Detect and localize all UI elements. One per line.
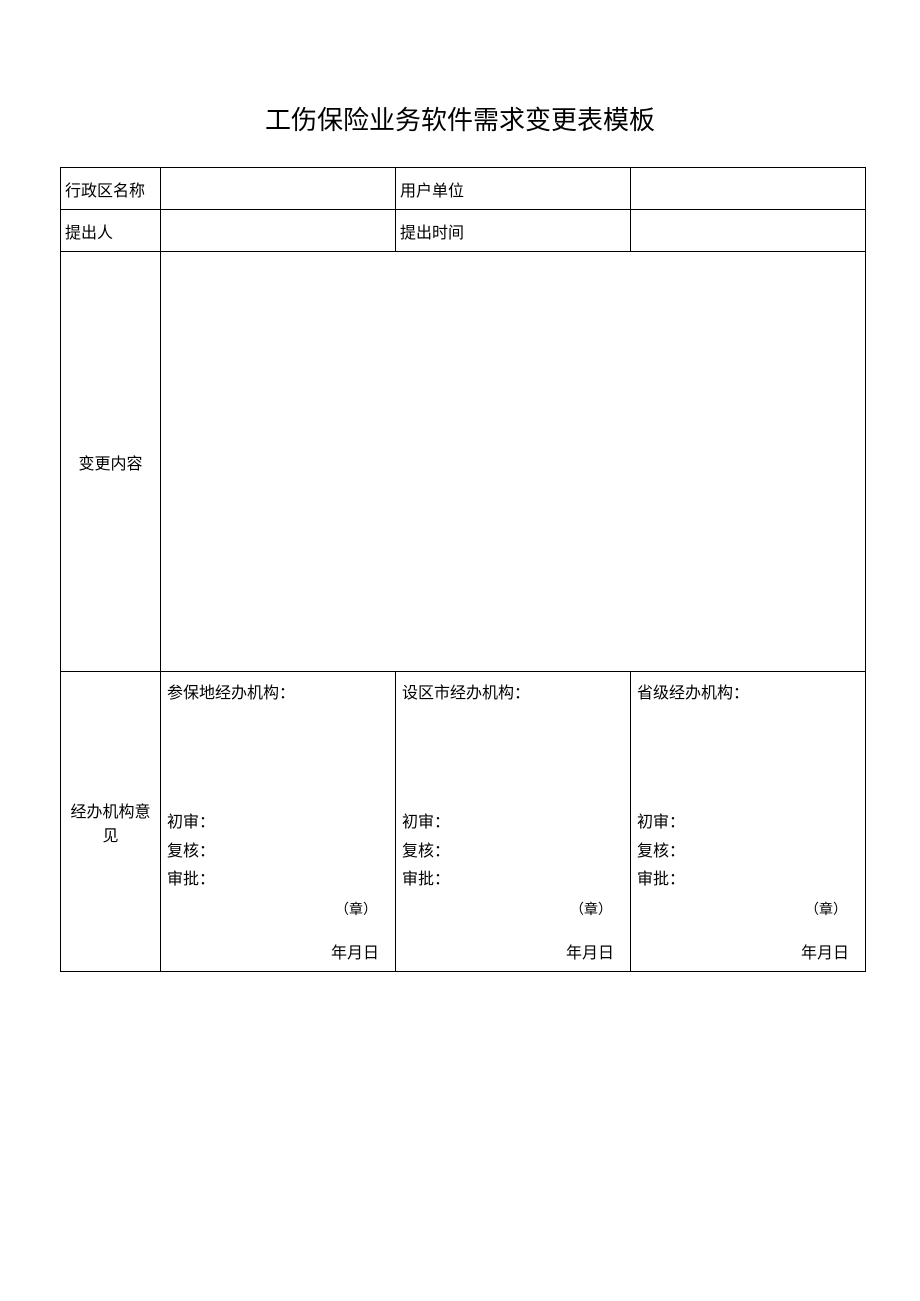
opinion-approve-city: 审批：: [402, 866, 624, 895]
opinion-recheck-city: 复核：: [402, 838, 624, 867]
opinion-header-local: 参保地经办机构：: [167, 680, 389, 709]
opinion-approve-province: 审批：: [637, 866, 859, 895]
proposer-label: 提出人: [61, 210, 161, 252]
opinion-date-province: 年月日: [637, 939, 859, 963]
row-opinion: 经办机构意见 参保地经办机构： 初审： 复核： 审批： （章） 年月日 设区市经…: [61, 672, 866, 972]
opinion-label: 经办机构意见: [61, 672, 161, 972]
opinion-recheck-province: 复核：: [637, 838, 859, 867]
opinion-cell-local: 参保地经办机构： 初审： 复核： 审批： （章） 年月日: [161, 672, 396, 972]
opinion-approve-local: 审批：: [167, 866, 389, 895]
page-title: 工伤保险业务软件需求变更表模板: [60, 100, 860, 137]
region-label: 行政区名称: [61, 168, 161, 210]
propose-time-value: [631, 210, 866, 252]
row-change-content: 变更内容: [61, 252, 866, 672]
opinion-first-review-local: 初审：: [167, 809, 389, 838]
unit-label: 用户单位: [396, 168, 631, 210]
opinion-first-review-province: 初审：: [637, 809, 859, 838]
form-table: 行政区名称 用户单位 提出人 提出时间 变更内容 经办机构意见 参保地经办机构：…: [60, 167, 866, 972]
proposer-value: [161, 210, 396, 252]
opinion-cell-city: 设区市经办机构： 初审： 复核： 审批： （章） 年月日: [396, 672, 631, 972]
opinion-first-review-city: 初审：: [402, 809, 624, 838]
opinion-date-city: 年月日: [402, 939, 624, 963]
opinion-date-local: 年月日: [167, 939, 389, 963]
row-proposer-time: 提出人 提出时间: [61, 210, 866, 252]
opinion-cell-province: 省级经办机构： 初审： 复核： 审批： （章） 年月日: [631, 672, 866, 972]
change-content-value: [161, 252, 866, 672]
opinion-header-province: 省级经办机构：: [637, 680, 859, 709]
change-content-label: 变更内容: [61, 252, 161, 672]
unit-value: [631, 168, 866, 210]
opinion-stamp-local: （章）: [167, 899, 389, 919]
opinion-stamp-city: （章）: [402, 899, 624, 919]
propose-time-label: 提出时间: [396, 210, 631, 252]
opinion-recheck-local: 复核：: [167, 838, 389, 867]
region-value: [161, 168, 396, 210]
opinion-header-city: 设区市经办机构：: [402, 680, 624, 709]
row-region-unit: 行政区名称 用户单位: [61, 168, 866, 210]
opinion-stamp-province: （章）: [637, 899, 859, 919]
